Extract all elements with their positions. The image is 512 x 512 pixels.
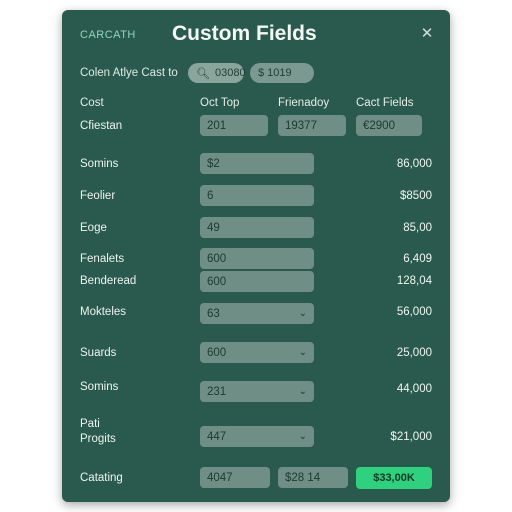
- column-header-frienadoy: Frienadoy: [278, 97, 330, 109]
- summary-row-label: Cfiestan: [80, 120, 123, 132]
- row-value-dropdown[interactable]: 600 ⌄: [200, 342, 314, 363]
- search-value: 03080: [214, 67, 246, 79]
- row-value-dropdown[interactable]: 231 ⌄: [200, 381, 314, 402]
- row-value-dropdown[interactable]: 63 ⌄: [200, 303, 314, 324]
- row-value-dropdown[interactable]: 447 ⌄: [200, 426, 314, 447]
- footer-label: Catating: [80, 472, 123, 484]
- toolbar-label: Colen Atlye Cast to: [80, 67, 178, 79]
- search-icon: 🔍︎: [196, 67, 210, 80]
- row-amount: $21,000: [390, 431, 432, 443]
- total-button[interactable]: $33,00K: [356, 467, 432, 489]
- row-label: Benderead: [80, 275, 137, 287]
- summary-field-2[interactable]: 19377: [278, 115, 346, 136]
- row-amount: 6,409: [403, 253, 432, 265]
- price-filter-value: $ 1019: [258, 67, 292, 79]
- footer-field-1[interactable]: 4047: [200, 467, 270, 488]
- row-amount: 86,000: [396, 158, 432, 170]
- row-value-field[interactable]: $2: [200, 153, 314, 174]
- row-label: Somins: [80, 158, 119, 170]
- dropdown-value: 231: [207, 385, 227, 398]
- row-label: Feolier: [80, 190, 116, 202]
- row-label: Suards: [80, 347, 117, 359]
- row-amount: 85,00: [403, 222, 432, 234]
- row-amount: 56,000: [396, 306, 432, 318]
- dropdown-value: 600: [207, 346, 227, 359]
- chevron-down-icon: ⌄: [298, 431, 307, 442]
- footer-field-2[interactable]: $28 14: [278, 467, 348, 488]
- summary-field-3[interactable]: €2900: [356, 115, 422, 136]
- column-header-cost: Cost: [80, 97, 104, 109]
- row-amount: 44,000: [396, 383, 432, 395]
- chevron-down-icon: ⌄: [298, 386, 307, 397]
- row-value-field[interactable]: 600: [200, 248, 314, 269]
- row-label-line1: Pati: [80, 418, 100, 430]
- column-header-cact-fields: Cact Fields: [356, 97, 414, 109]
- search-input[interactable]: 🔍︎ 03080: [188, 63, 246, 83]
- row-amount: 25,000: [396, 347, 432, 359]
- close-icon[interactable]: ✕: [418, 24, 436, 42]
- chevron-down-icon: ⌄: [298, 308, 307, 319]
- dropdown-value: 63: [207, 307, 220, 320]
- row-label: Eoge: [80, 222, 107, 234]
- dialog-title: Custom Fields: [172, 22, 317, 45]
- row-label: Mokteles: [80, 306, 127, 318]
- chevron-down-icon: ⌄: [298, 347, 307, 358]
- price-filter-pill[interactable]: $ 1019: [250, 63, 314, 83]
- brand-logo-text: CARCATH: [80, 29, 136, 41]
- custom-fields-dialog: CARCATH Custom Fields ✕ Colen Atlye Cast…: [62, 10, 450, 502]
- row-amount: $8500: [400, 190, 432, 202]
- column-header-oct-top: Oct Top: [200, 97, 240, 109]
- dropdown-value: 447: [207, 430, 227, 443]
- row-label: Somins: [80, 381, 119, 393]
- row-label: Fenalets: [80, 253, 125, 265]
- row-value-field[interactable]: 6: [200, 185, 314, 206]
- row-amount: 128,04: [396, 275, 432, 287]
- row-value-field[interactable]: 600: [200, 271, 314, 292]
- summary-field-1[interactable]: 201: [200, 115, 268, 136]
- row-value-field[interactable]: 49: [200, 217, 314, 238]
- row-label-line2: Progits: [80, 433, 116, 445]
